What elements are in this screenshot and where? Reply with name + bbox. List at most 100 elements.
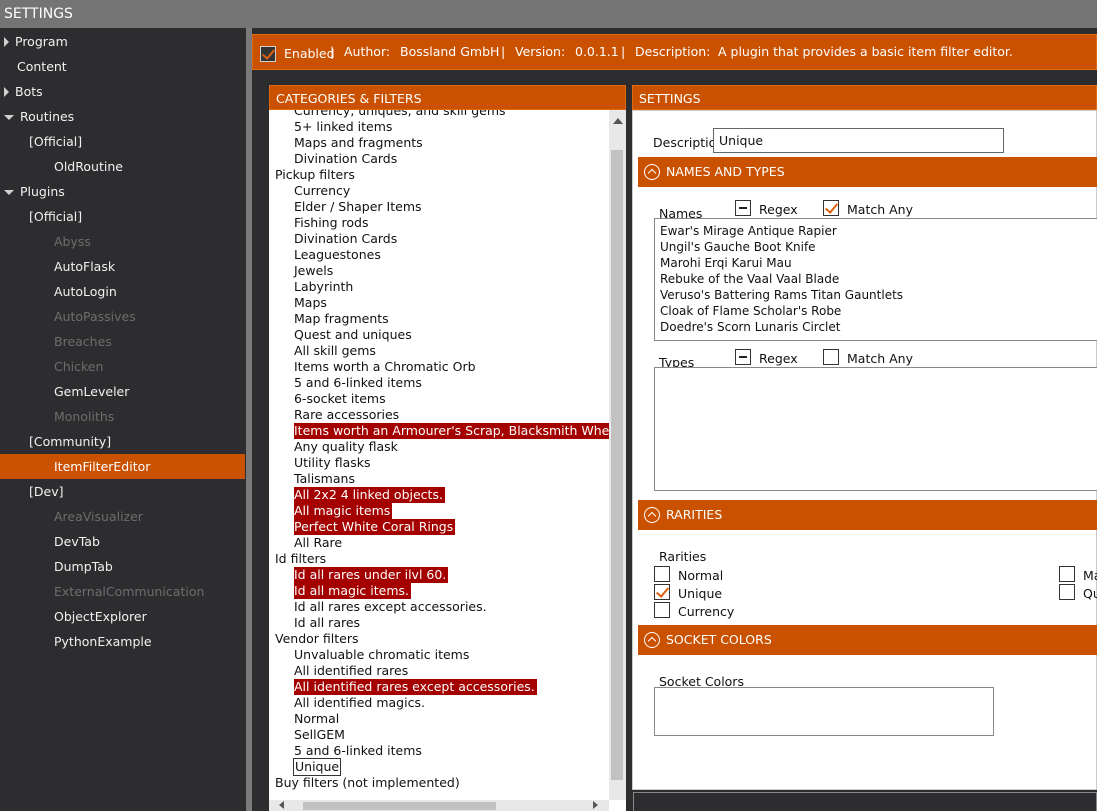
enabled-checkbox[interactable] <box>260 45 276 62</box>
rarity-checkbox[interactable] <box>1059 584 1075 600</box>
scroll-thumb[interactable] <box>611 150 623 780</box>
filter-item[interactable]: Normal <box>294 711 339 727</box>
socket-colors-section-header[interactable]: SOCKET COLORS <box>638 625 1097 655</box>
filter-item[interactable]: Labyrinth <box>294 279 353 295</box>
filter-item[interactable]: Id all rares under ilvl 60. <box>294 567 449 583</box>
filter-item[interactable]: Utility flasks <box>294 455 371 471</box>
scroll-right-icon[interactable] <box>593 801 598 809</box>
sidebar-item[interactable]: Content <box>17 54 67 79</box>
sidebar-item[interactable]: DumpTab <box>54 554 113 579</box>
sidebar-item[interactable]: OldRoutine <box>54 154 123 179</box>
filter-item[interactable]: Divination Cards <box>294 151 397 167</box>
sidebar-item[interactable]: Bots <box>4 79 43 104</box>
vertical-scrollbar[interactable] <box>609 110 626 800</box>
collapse-icon[interactable] <box>644 507 660 523</box>
sidebar-item[interactable]: GemLeveler <box>54 379 129 404</box>
filter-item[interactable]: Jewels <box>294 263 333 279</box>
filter-item[interactable]: 5 and 6-linked items <box>294 743 422 759</box>
filter-item[interactable]: Elder / Shaper Items <box>294 199 422 215</box>
expand-right-icon[interactable] <box>4 87 9 97</box>
filter-item[interactable]: Quest and uniques <box>294 327 412 343</box>
filter-item[interactable]: All identified rares <box>294 663 408 679</box>
scroll-up-icon[interactable] <box>613 118 623 124</box>
names-regex-checkbox[interactable] <box>735 200 751 216</box>
scroll-left-icon[interactable] <box>279 801 284 809</box>
filter-item[interactable]: All identified rares except accessories. <box>294 679 537 695</box>
filter-item[interactable]: Items worth an Armourer's Scrap, Blacksm… <box>294 423 609 439</box>
types-textbox[interactable] <box>654 367 1097 491</box>
names-textbox[interactable]: Ewar's Mirage Antique Rapier Ungil's Gauc… <box>654 218 1097 341</box>
filter-item[interactable]: Talismans <box>294 471 355 487</box>
horizontal-scrollbar[interactable] <box>269 800 609 811</box>
filter-item[interactable]: SellGEM <box>294 727 345 743</box>
sidebar-item[interactable]: [Official] <box>29 204 82 229</box>
filter-item[interactable]: Fishing rods <box>294 215 368 231</box>
filter-item[interactable]: Id all magic items. <box>294 583 411 599</box>
filter-item[interactable]: Id all rares <box>294 615 360 631</box>
sidebar-item[interactable]: Chicken <box>54 354 103 379</box>
expand-right-icon[interactable] <box>4 37 9 47</box>
filter-item[interactable]: Leaguestones <box>294 247 381 263</box>
sidebar-item[interactable]: Plugins <box>4 179 65 204</box>
filter-item[interactable]: Maps and fragments <box>294 135 423 151</box>
sidebar-item[interactable]: Monoliths <box>54 404 114 429</box>
filter-item[interactable]: Divination Cards <box>294 231 397 247</box>
rarity-checkbox[interactable] <box>654 602 670 618</box>
filter-item[interactable]: Items worth a Chromatic Orb <box>294 359 476 375</box>
name-entry: Marohi Erqi Karui Mau <box>660 256 792 270</box>
sidebar-item[interactable]: Program <box>4 29 68 54</box>
filter-item[interactable]: 5 and 6-linked items <box>294 375 422 391</box>
filter-item[interactable]: All 2x2 4 linked objects. <box>294 487 445 503</box>
expand-down-icon[interactable] <box>4 115 14 120</box>
sidebar-item[interactable]: AutoFlask <box>54 254 115 279</box>
filter-item[interactable]: Currency <box>294 183 350 199</box>
category-item[interactable]: Pickup filters <box>275 167 355 183</box>
filter-item[interactable]: Rare accessories <box>294 407 399 423</box>
filter-item[interactable]: Any quality flask <box>294 439 398 455</box>
sidebar-item[interactable]: Routines <box>4 104 74 129</box>
expand-down-icon[interactable] <box>4 190 14 195</box>
names-types-section-header[interactable]: NAMES AND TYPES <box>638 157 1097 187</box>
types-matchany-checkbox[interactable] <box>823 349 839 365</box>
category-item[interactable]: Buy filters (not implemented) <box>275 775 460 791</box>
rarity-checkbox[interactable] <box>654 566 670 582</box>
scroll-thumb-horizontal[interactable] <box>303 802 496 810</box>
sidebar-item[interactable]: ObjectExplorer <box>54 604 147 629</box>
sidebar-item[interactable]: [Community] <box>29 429 111 454</box>
filter-item[interactable]: Perfect White Coral Rings <box>294 519 456 535</box>
rarity-checkbox[interactable] <box>1059 566 1075 582</box>
sidebar-item[interactable]: ItemFilterEditor <box>0 454 245 479</box>
filter-item[interactable]: 5+ linked items <box>294 119 392 135</box>
filter-item[interactable]: Id all rares except accessories. <box>294 599 487 615</box>
sidebar-item[interactable]: PythonExample <box>54 629 152 654</box>
socket-colors-box[interactable] <box>654 687 994 736</box>
sidebar-item[interactable]: Breaches <box>54 329 112 354</box>
filter-item[interactable]: All magic items <box>294 503 393 519</box>
sidebar-item[interactable]: AutoLogin <box>54 279 117 304</box>
sidebar-item[interactable]: AreaVisualizer <box>54 504 143 529</box>
filter-item[interactable]: Maps <box>294 295 327 311</box>
collapse-icon[interactable] <box>644 632 660 648</box>
filter-item[interactable]: 6-socket items <box>294 391 386 407</box>
filter-item[interactable]: Unvaluable chromatic items <box>294 647 469 663</box>
types-regex-checkbox[interactable] <box>735 349 751 365</box>
rarity-checkbox[interactable] <box>654 584 670 600</box>
sidebar-item[interactable]: AutoPassives <box>54 304 136 329</box>
category-item[interactable]: Vendor filters <box>275 631 358 647</box>
collapse-icon[interactable] <box>644 164 660 180</box>
sidebar-item[interactable]: [Dev] <box>29 479 63 504</box>
description-input[interactable]: Unique <box>719 133 763 148</box>
sidebar-item[interactable]: ExternalCommunication <box>54 579 204 604</box>
filter-item[interactable]: Map fragments <box>294 311 389 327</box>
filter-item[interactable]: All Rare <box>294 535 342 551</box>
filter-item[interactable]: All skill gems <box>294 343 376 359</box>
names-matchany-checkbox[interactable] <box>823 200 839 216</box>
filter-item[interactable]: Currency, uniques, and skill gems <box>294 110 506 119</box>
category-item[interactable]: Id filters <box>275 551 326 567</box>
sidebar-item[interactable]: Abyss <box>54 229 91 254</box>
sidebar-item[interactable]: [Official] <box>29 129 82 154</box>
filter-item[interactable]: All identified magics. <box>294 695 425 711</box>
rarities-section-header[interactable]: RARITIES <box>638 500 1097 530</box>
filter-item[interactable]: Unique <box>292 758 342 776</box>
sidebar-item[interactable]: DevTab <box>54 529 100 554</box>
